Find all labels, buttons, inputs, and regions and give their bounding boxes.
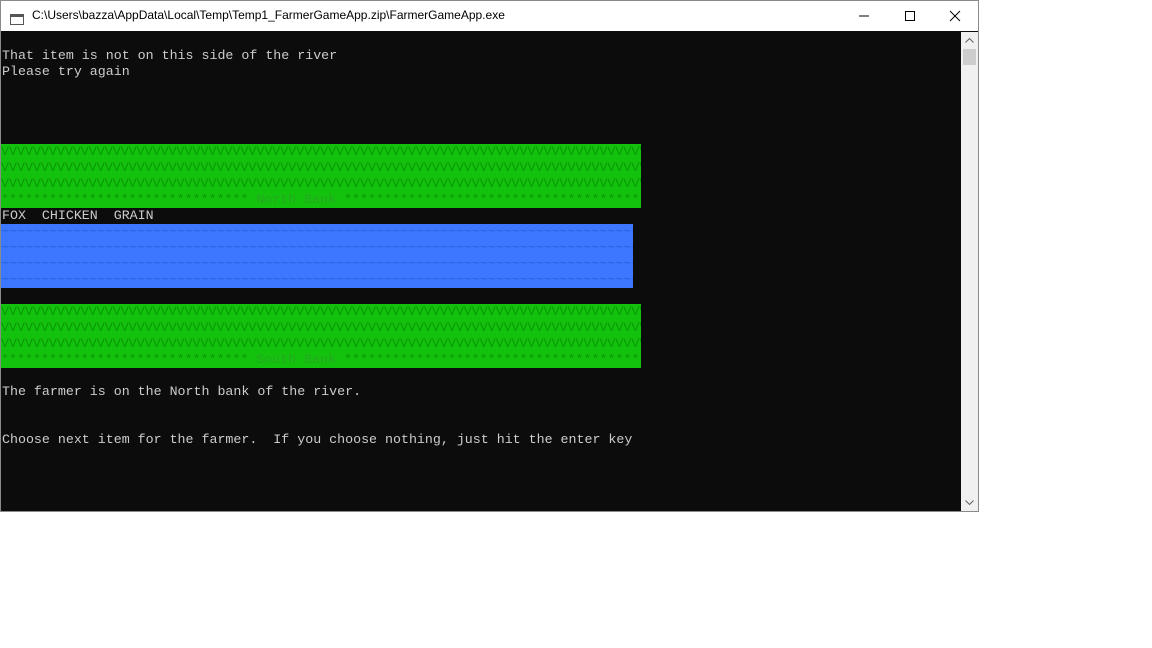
error-message: That item is not on this side of the riv… (2, 48, 338, 63)
console-app-icon (10, 10, 24, 25)
retry-message: Please try again (2, 64, 130, 79)
scroll-thumb[interactable] (963, 49, 976, 65)
south-bank-label: South Bank (256, 352, 337, 367)
north-bank-label: North Bank (256, 192, 337, 207)
console-window: C:\Users\bazza\AppData\Local\Temp\Temp1_… (0, 0, 979, 512)
north-bank: VVVVVVVVVVVVVVVVVVVVVVVVVVVVVVVVVVVVVVVV… (1, 144, 641, 208)
scroll-up-button[interactable] (961, 32, 978, 49)
input-prompt: Choose next item for the farmer. If you … (2, 432, 633, 447)
window-title: C:\Users\bazza\AppData\Local\Temp\Temp1_… (32, 8, 505, 22)
close-icon (949, 10, 961, 22)
scroll-down-button[interactable] (961, 494, 978, 511)
farmer-status: The farmer is on the North bank of the r… (2, 384, 362, 399)
river: ~~~~~~~~~~~~~~~~~~~~~~~~~~~~~~~~~~~~~~~~… (1, 224, 633, 288)
minimize-button[interactable] (841, 1, 887, 31)
north-bank-items: FOX CHICKEN GRAIN (2, 208, 154, 223)
minimize-icon (859, 15, 869, 17)
vertical-scrollbar[interactable] (961, 32, 978, 511)
title-bar[interactable]: C:\Users\bazza\AppData\Local\Temp\Temp1_… (1, 1, 978, 31)
maximize-button[interactable] (887, 1, 933, 31)
chevron-up-icon (965, 38, 974, 43)
console-output[interactable]: That item is not on this side of the riv… (1, 32, 961, 511)
close-button[interactable] (932, 1, 978, 31)
chevron-down-icon (965, 500, 974, 505)
south-bank: VVVVVVVVVVVVVVVVVVVVVVVVVVVVVVVVVVVVVVVV… (1, 304, 641, 368)
maximize-icon (905, 11, 915, 21)
